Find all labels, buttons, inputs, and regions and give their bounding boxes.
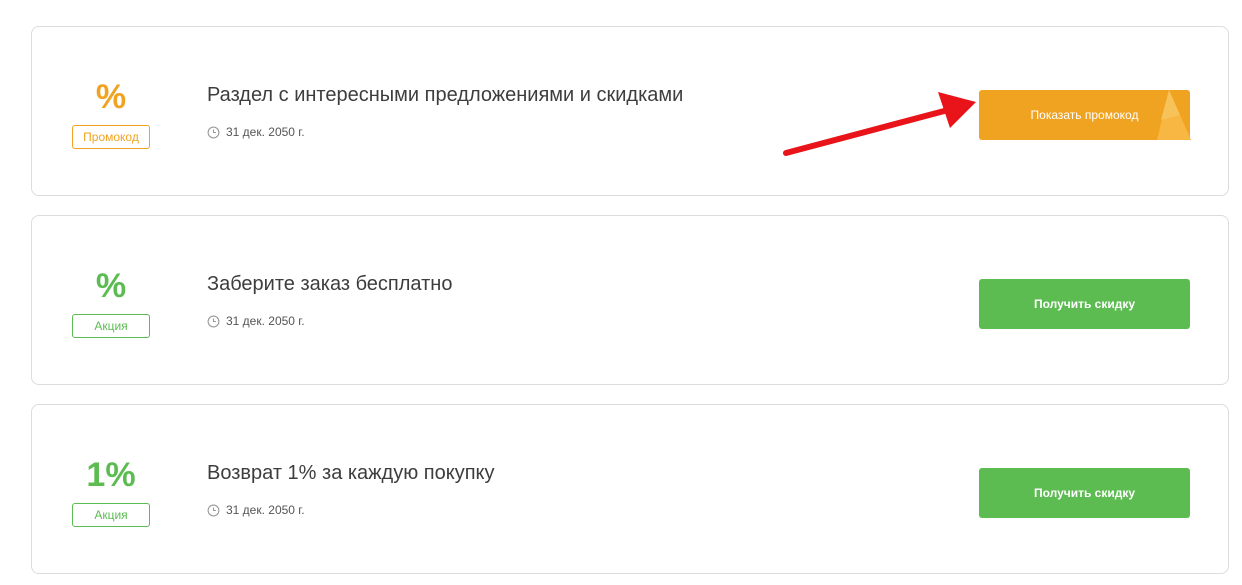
offer-value: % [95, 78, 127, 116]
offer-badge: 1% Акция [72, 455, 150, 527]
clock-icon [207, 126, 220, 138]
offer-card-cashback: 1% Акция Возврат 1% за каждую покупку 31… [31, 404, 1229, 574]
show-promocode-button-label: Показать промокод [1030, 108, 1139, 122]
offer-title[interactable]: Раздел с интересными предложениями и ски… [207, 84, 683, 107]
offer-card-free-order: % Акция Заберите заказ бесплатно 31 дек.… [31, 215, 1229, 385]
offer-expiry-date: 31 дек. 2050 г. [226, 503, 305, 517]
get-discount-button[interactable]: Получить скидку [979, 468, 1190, 518]
show-promocode-button[interactable]: Показать промокод [979, 90, 1191, 140]
offer-type-tag: Промокод [72, 125, 150, 149]
offer-type-tag: Акция [72, 503, 150, 527]
offer-type-tag: Акция [72, 314, 150, 338]
offer-card-promocode: % Промокод Раздел с интересными предложе… [31, 26, 1229, 196]
offer-expiry-date: 31 дек. 2050 г. [226, 314, 305, 328]
annotation-arrow-icon [783, 92, 976, 156]
offer-value: % [95, 267, 127, 305]
clock-icon [207, 504, 220, 516]
offer-expiry: 31 дек. 2050 г. [207, 125, 305, 139]
offer-badge: % Промокод [72, 77, 150, 149]
offer-title[interactable]: Заберите заказ бесплатно [207, 273, 452, 296]
offer-expiry: 31 дек. 2050 г. [207, 314, 305, 328]
offer-badge: % Акция [72, 266, 150, 338]
clock-icon [207, 315, 220, 327]
promocode-fold-corner [1157, 90, 1191, 140]
offer-value: 1% [86, 456, 136, 494]
get-discount-button[interactable]: Получить скидку [979, 279, 1190, 329]
offer-expiry: 31 дек. 2050 г. [207, 503, 305, 517]
offer-expiry-date: 31 дек. 2050 г. [226, 125, 305, 139]
offer-title[interactable]: Возврат 1% за каждую покупку [207, 462, 495, 485]
